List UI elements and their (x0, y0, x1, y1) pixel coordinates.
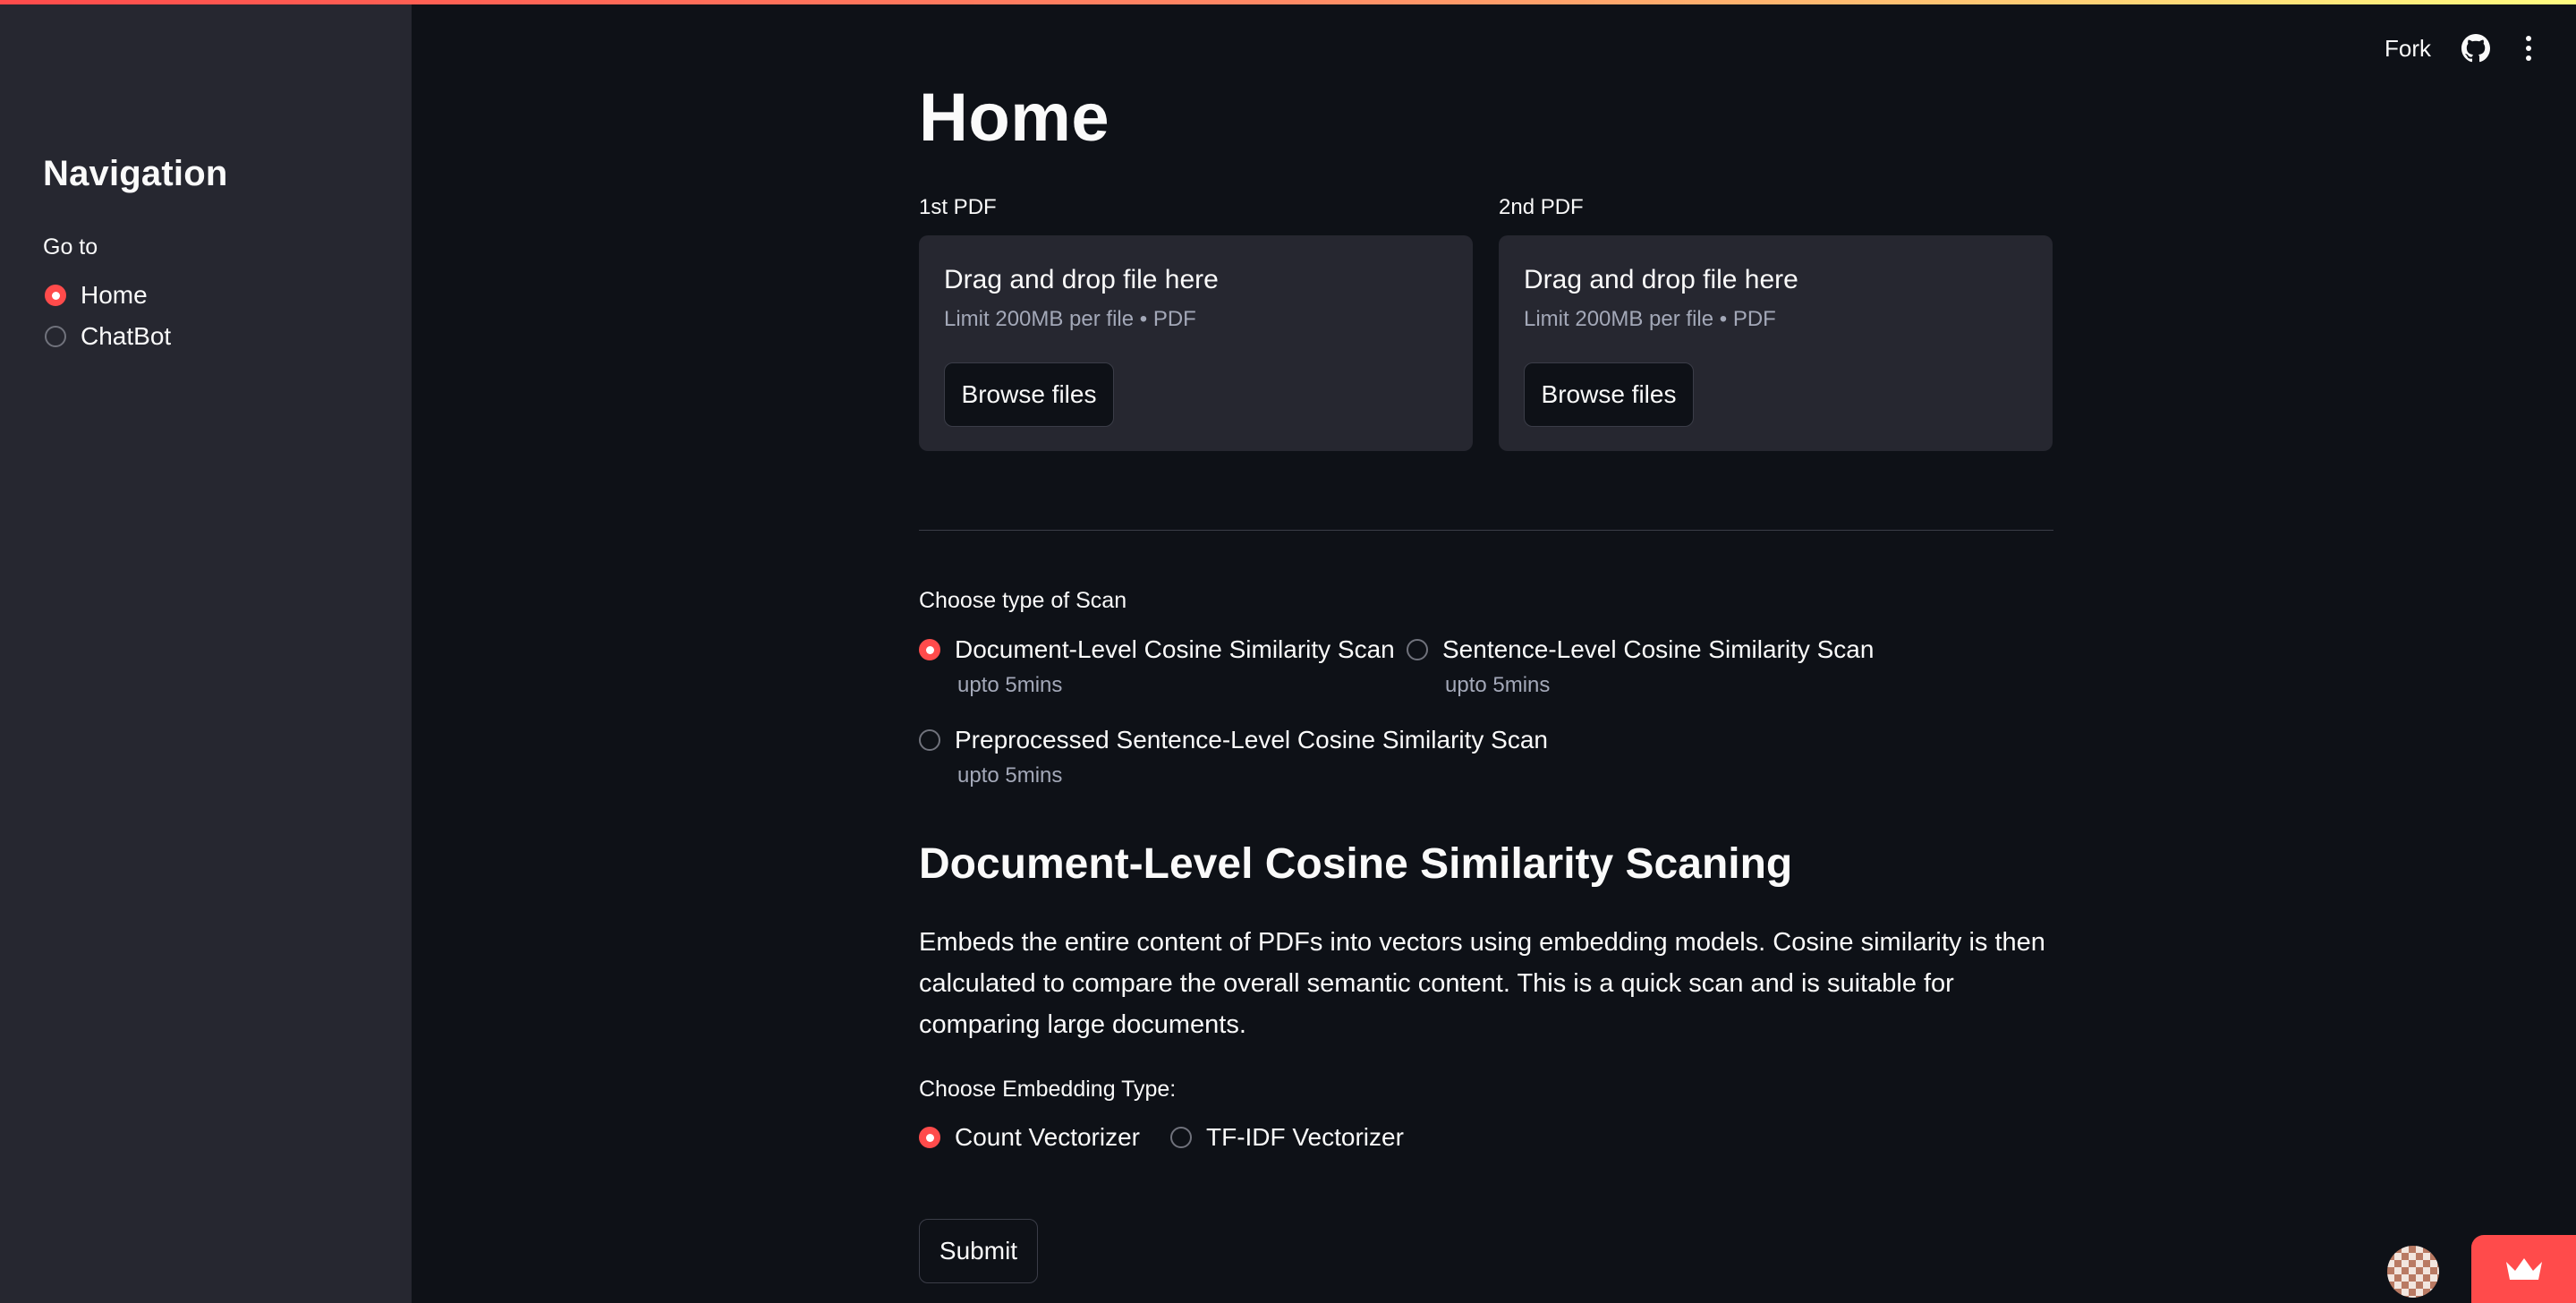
crown-icon (2505, 1258, 2542, 1280)
sidebar-item-label: ChatBot (81, 322, 172, 350)
scan-option-sentence[interactable]: Sentence-Level Cosine Similarity Scan up… (1407, 635, 1874, 698)
sidebar-item-chatbot[interactable]: ChatBot (45, 322, 171, 351)
scan-option-caption: upto 5mins (1445, 673, 1551, 697)
kebab-menu-icon[interactable] (2521, 36, 2537, 61)
second-pdf-dropzone[interactable]: Drag and drop file here Limit 200MB per … (1499, 235, 2053, 451)
first-pdf-label: 1st PDF (919, 195, 997, 219)
scan-type-label: Choose type of Scan (919, 588, 1127, 613)
drop-text: Drag and drop file here (944, 265, 1219, 294)
limit-text: Limit 200MB per file • PDF (1524, 307, 1776, 331)
browse-files-button-2[interactable]: Browse files (1524, 362, 1694, 427)
embedding-option-label: TF-IDF Vectorizer (1206, 1123, 1404, 1151)
submit-button[interactable]: Submit (919, 1219, 1038, 1283)
scan-option-label: Sentence-Level Cosine Similarity Scan (1442, 635, 1875, 663)
sidebar-title: Navigation (43, 154, 228, 193)
embedding-option-count[interactable]: Count Vectorizer (919, 1123, 1140, 1152)
scan-option-preprocessed[interactable]: Preprocessed Sentence-Level Cosine Simil… (919, 726, 1548, 788)
embedding-options: Count Vectorizer TF-IDF Vectorizer (919, 1123, 1404, 1152)
header-actions: Fork (2385, 34, 2537, 63)
first-pdf-dropzone[interactable]: Drag and drop file here Limit 200MB per … (919, 235, 1473, 451)
limit-text: Limit 200MB per file • PDF (944, 307, 1196, 331)
scan-option-label: Preprocessed Sentence-Level Cosine Simil… (955, 726, 1548, 754)
sidebar-item-home[interactable]: Home (45, 281, 148, 310)
sidebar: Navigation Go to Home ChatBot (0, 0, 412, 1303)
radio-unselected-icon[interactable] (1407, 639, 1428, 660)
radio-selected-icon[interactable] (919, 1127, 940, 1148)
embedding-option-label: Count Vectorizer (955, 1123, 1140, 1151)
page-title: Home (919, 80, 1110, 156)
radio-unselected-icon[interactable] (919, 729, 940, 751)
streamlit-crown-button[interactable] (2471, 1235, 2576, 1303)
goto-label: Go to (43, 234, 98, 260)
scan-option-caption: upto 5mins (957, 763, 1063, 788)
section-description: Embeds the entire content of PDFs into v… (919, 928, 2045, 1039)
section-title: Document-Level Cosine Similarity Scaning (919, 840, 1793, 888)
divider (919, 530, 2053, 531)
scan-option-document[interactable]: Document-Level Cosine Similarity Scan up… (919, 635, 1395, 698)
scan-option-label: Document-Level Cosine Similarity Scan (955, 635, 1395, 663)
browse-files-button-1[interactable]: Browse files (944, 362, 1114, 427)
top-decoration-bar (0, 0, 2576, 4)
radio-unselected-icon[interactable] (1170, 1127, 1192, 1148)
user-avatar[interactable] (2387, 1246, 2439, 1298)
embedding-option-tfidf[interactable]: TF-IDF Vectorizer (1170, 1123, 1404, 1152)
fork-button[interactable]: Fork (2385, 35, 2431, 63)
second-pdf-label: 2nd PDF (1499, 195, 1584, 219)
radio-selected-icon[interactable] (919, 639, 940, 660)
sidebar-item-label: Home (81, 281, 148, 309)
github-icon[interactable] (2461, 34, 2490, 63)
embedding-type-label: Choose Embedding Type: (919, 1077, 1177, 1102)
drop-text: Drag and drop file here (1524, 265, 1798, 294)
scan-option-caption: upto 5mins (957, 673, 1063, 697)
radio-selected-icon[interactable] (45, 285, 66, 306)
radio-unselected-icon[interactable] (45, 326, 66, 347)
